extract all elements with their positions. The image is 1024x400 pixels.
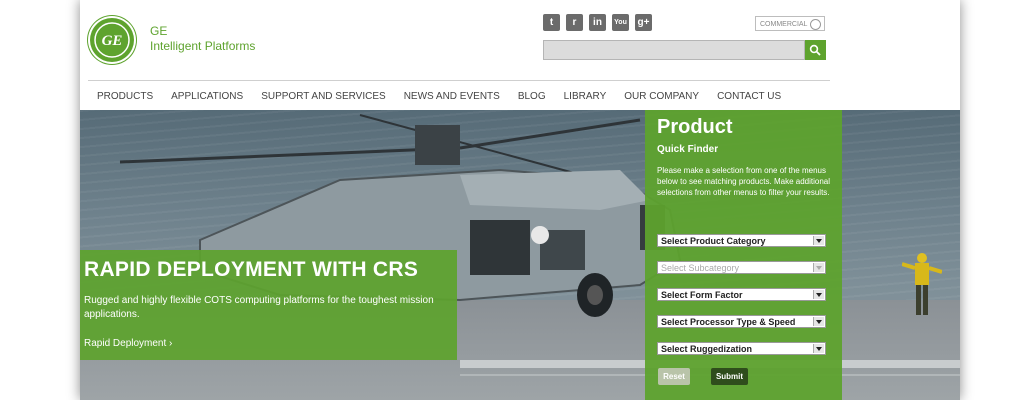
ge-logo[interactable]: GE (90, 18, 134, 62)
promo-text: Rugged and highly flexible COTS computin… (84, 295, 434, 320)
select-processor-type-speed[interactable]: Select Processor Type & Speed (657, 315, 826, 328)
search-button[interactable] (805, 40, 826, 60)
select-ruggedization[interactable]: Select Ruggedization (657, 342, 826, 355)
select-product-category[interactable]: Select Product Category (657, 234, 826, 247)
promo-link[interactable]: Rapid Deployment › (84, 338, 172, 349)
social-links: t r in You g+ (543, 14, 652, 31)
commercial-label: COMMERCIAL (760, 21, 808, 28)
commercial-switch[interactable]: COMMERCIAL (755, 16, 825, 31)
nav-news-and-events[interactable]: NEWS AND EVENTS (404, 91, 500, 102)
hero-banner: RAPID DEPLOYMENT WITH CRS Rugged and hig… (80, 110, 960, 400)
nav-contact-us[interactable]: CONTACT US (717, 91, 781, 102)
select-subcategory: Select Subcategory (657, 261, 826, 274)
nav-blog[interactable]: BLOG (518, 91, 546, 102)
select-label: Select Subcategory (661, 263, 740, 273)
main-nav: PRODUCTS APPLICATIONS SUPPORT AND SERVIC… (88, 80, 830, 111)
finder-description: Please make a selection from one of the … (657, 166, 830, 197)
promo-title: RAPID DEPLOYMENT WITH CRS (84, 258, 419, 281)
nav-our-company[interactable]: OUR COMPANY (624, 91, 699, 102)
chevron-down-icon (813, 317, 824, 326)
brand-name[interactable]: GE Intelligent Platforms (150, 24, 255, 54)
chevron-down-icon (813, 263, 824, 272)
nav-applications[interactable]: APPLICATIONS (171, 91, 243, 102)
linkedin-icon[interactable]: in (589, 14, 606, 31)
submit-button[interactable]: Submit (711, 368, 748, 385)
browser-page: GE GE Intelligent Platforms t r in You g… (80, 0, 960, 400)
nav-support-and-services[interactable]: SUPPORT AND SERVICES (261, 91, 386, 102)
googleplus-icon[interactable]: g+ (635, 14, 652, 31)
finder-title: Product (657, 116, 733, 138)
select-form-factor[interactable]: Select Form Factor (657, 288, 826, 301)
chevron-down-icon (813, 236, 824, 245)
svg-text:GE: GE (102, 33, 123, 49)
product-quick-finder: Product Quick Finder Please make a selec… (645, 110, 842, 400)
twitter-icon[interactable]: t (543, 14, 560, 31)
brand-line1: GE (150, 24, 168, 38)
search-icon (809, 44, 821, 56)
chevron-down-icon (813, 290, 824, 299)
select-label: Select Form Factor (661, 290, 743, 300)
nav-library[interactable]: LIBRARY (564, 91, 607, 102)
rss-icon[interactable]: r (566, 14, 583, 31)
brand-line2: Intelligent Platforms (150, 39, 256, 53)
finder-subtitle: Quick Finder (657, 144, 719, 155)
promo-panel: RAPID DEPLOYMENT WITH CRS Rugged and hig… (80, 250, 457, 360)
search-input[interactable] (543, 40, 805, 60)
key-icon (810, 19, 821, 30)
select-label: Select Product Category (661, 236, 766, 246)
select-label: Select Processor Type & Speed (661, 317, 796, 327)
youtube-icon[interactable]: You (612, 14, 629, 31)
select-label: Select Ruggedization (661, 344, 753, 354)
nav-products[interactable]: PRODUCTS (97, 91, 153, 102)
deck-crew-image (902, 253, 942, 315)
chevron-down-icon (813, 344, 824, 353)
reset-button[interactable]: Reset (658, 368, 690, 385)
